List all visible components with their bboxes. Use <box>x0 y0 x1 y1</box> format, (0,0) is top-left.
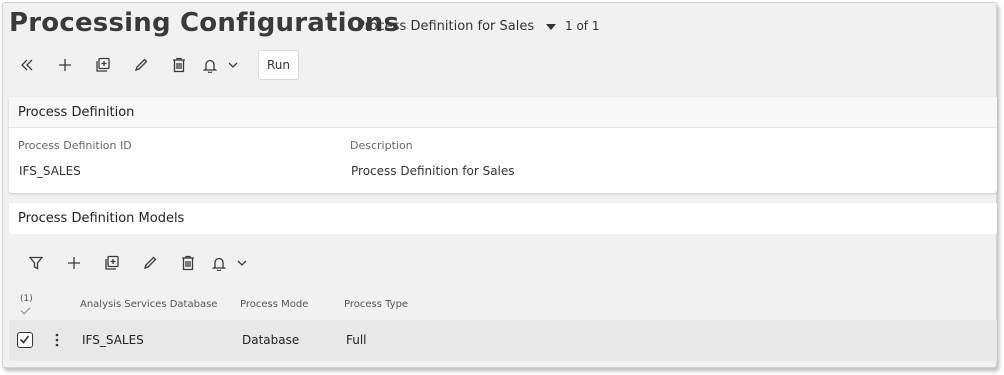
record-selector-value: Process Definition for Sales <box>357 19 535 34</box>
description-value: Process Definition for Sales <box>351 164 515 178</box>
caret-down-icon[interactable] <box>546 23 557 30</box>
row-checkbox[interactable] <box>17 332 33 348</box>
column-header-process-type[interactable]: Process Type <box>344 299 408 310</box>
column-header-database[interactable]: Analysis Services Database <box>80 299 217 310</box>
cell-database: IFS_SALES <box>82 333 144 347</box>
process-definition-id-value: IFS_SALES <box>19 164 81 178</box>
selection-count: (1) <box>20 294 33 304</box>
main-toolbar: Run <box>8 50 300 80</box>
bell-icon[interactable] <box>207 248 231 278</box>
table-row[interactable]: IFS_SALES Database Full <box>9 320 997 361</box>
cell-process-mode: Database <box>242 333 300 347</box>
edit-icon[interactable] <box>122 50 160 80</box>
page-title: Processing Configurations <box>9 8 400 38</box>
delete-icon[interactable] <box>160 50 198 80</box>
record-pager: 1 of 1 <box>565 19 600 33</box>
filter-icon[interactable] <box>17 248 55 278</box>
process-definition-header: Process Definition <box>9 97 997 128</box>
duplicate-icon[interactable] <box>93 248 131 278</box>
process-definition-id-label: Process Definition ID <box>18 139 132 152</box>
description-label: Description <box>350 139 413 152</box>
checkmark-icon <box>19 335 30 344</box>
edit-icon[interactable] <box>131 248 169 278</box>
process-definition-models-section: Process Definition Models (1) Analysis S… <box>9 203 997 363</box>
models-toolbar <box>17 248 253 278</box>
window-frame: Processing Configurations Process Defini… <box>2 2 997 368</box>
duplicate-icon[interactable] <box>84 50 122 80</box>
delete-icon[interactable] <box>169 248 207 278</box>
run-button[interactable]: Run <box>258 50 300 80</box>
row-menu-icon[interactable] <box>55 333 59 350</box>
column-header-process-mode[interactable]: Process Mode <box>240 299 308 310</box>
process-definition-card: Process Definition Process Definition ID… <box>9 97 997 193</box>
chevron-down-icon[interactable] <box>231 248 253 278</box>
select-all-check-icon[interactable] <box>20 304 31 315</box>
chevron-down-icon[interactable] <box>222 50 244 80</box>
cell-process-type: Full <box>346 333 367 347</box>
record-selector[interactable]: Process Definition for Sales <box>357 19 557 34</box>
collapse-icon[interactable] <box>8 50 46 80</box>
add-icon[interactable] <box>46 50 84 80</box>
add-icon[interactable] <box>55 248 93 278</box>
bell-icon[interactable] <box>198 50 222 80</box>
models-header: Process Definition Models <box>9 203 997 234</box>
